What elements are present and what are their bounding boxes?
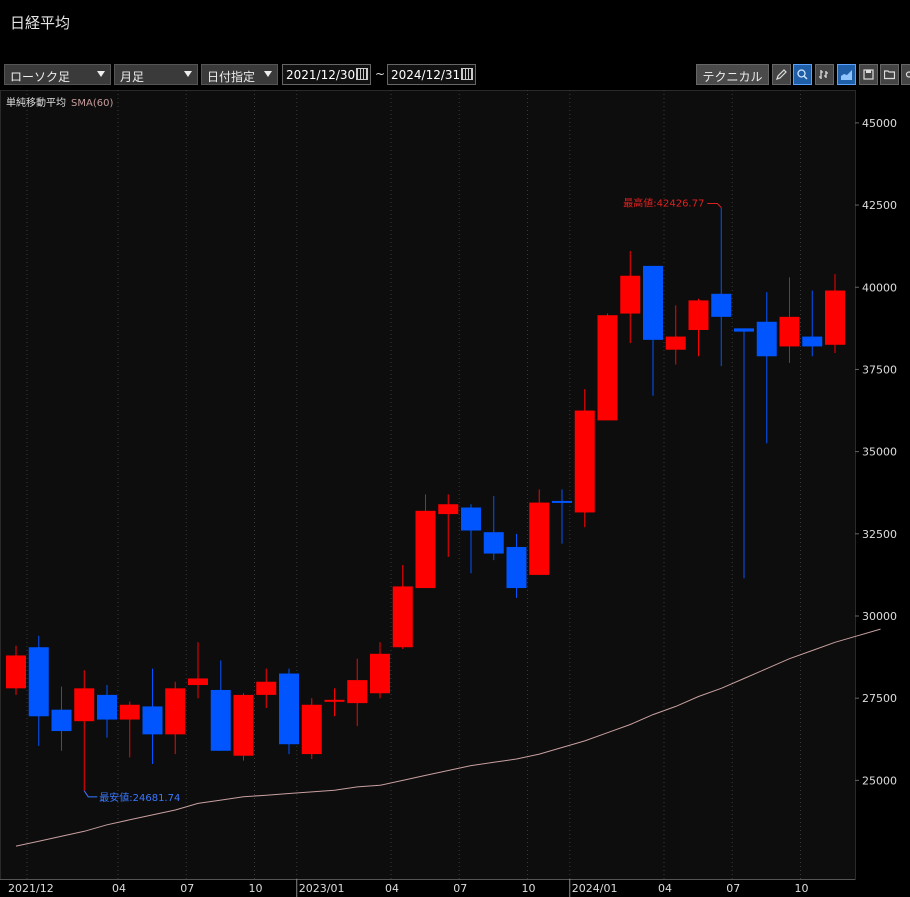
plot-area [0,90,856,880]
candle-body [415,510,436,589]
x-tick-label: 07 [453,882,467,895]
calendar-icon[interactable] [356,68,368,80]
sma-legend: 単純移動平均 SMA(60) [6,94,113,109]
candle-body [734,328,754,332]
candle-body [370,653,390,694]
x-tick-label: 07 [180,882,194,895]
zoom-icon [797,69,808,80]
candle-body [142,706,163,735]
candlestick-chart[interactable]: 25000 27500 30000 32500 35000 37500 40000 42500… [0,90,910,897]
candle-body [165,688,186,735]
range-mode-value: 日付指定 [207,70,256,84]
candle-body [233,694,254,756]
page-title: 日経平均 [10,14,71,32]
candle-body [74,688,95,722]
candle-body [688,300,709,330]
draw-button[interactable] [772,64,791,85]
chart-type-value: ローソク足 [10,70,71,84]
date-from-value: 2021/12/30 [286,68,356,82]
candle-body [256,681,277,695]
y-tick-label: 37500 [862,363,897,376]
calendar-icon[interactable] [461,68,473,80]
candle-body [802,336,823,347]
chart-type-select[interactable]: ローソク足 [4,64,111,85]
sma-legend-series: SMA(60) [71,98,114,109]
candle-body [210,689,231,751]
y-tick-label: 45000 [862,117,897,130]
interval-value: 月足 [120,70,145,84]
candle-body [665,336,686,350]
candle-body [347,680,368,704]
chevron-down-icon [264,71,272,77]
x-tick-label: 10 [795,882,809,895]
candle-body [28,647,49,717]
y-tick-label: 27500 [862,692,897,705]
candle-body [506,546,527,589]
candle-body [188,678,208,686]
bar-chart-icon [819,70,828,79]
x-tick-label: 04 [112,882,126,895]
chevron-down-icon [97,71,105,77]
area-chart-icon [841,70,852,80]
folder-icon [884,70,895,80]
chevron-down-icon [184,71,192,77]
candle-body [483,532,504,554]
range-mode-select[interactable]: 日付指定 [201,64,278,85]
x-tick-label: 2021/12 [8,882,54,895]
candle-body [51,709,72,732]
x-tick-label: 07 [726,882,740,895]
candle-body [597,315,618,421]
area-chart-button[interactable] [837,64,856,85]
candle-body [574,410,595,513]
candle-body [711,293,732,317]
candle-body [6,655,26,689]
y-tick-label: 30000 [862,610,897,623]
x-tick-label: 04 [658,882,672,895]
x-tick-label: 10 [522,882,536,895]
y-tick-label: 25000 [862,774,897,787]
date-from-field[interactable]: 2021/12/30 [282,64,371,85]
x-tick-label: 10 [249,882,263,895]
candle-body [643,265,663,340]
link-icon [905,71,910,78]
candle-body [324,699,345,702]
x-tick-label: 04 [385,882,399,895]
y-tick-label: 32500 [862,528,897,541]
high-annotation: 最高値:42426.77 [623,196,704,209]
x-tick-label: 2023/01 [299,882,345,895]
chart-toolbar: ローソク足 月足 日付指定 2021/12/30 ~ 2024/12/31 テク… [0,64,910,86]
candle-body [461,507,481,531]
candle-body [301,704,322,755]
candle-body [119,704,140,720]
low-annotation: 最安値:24681.74 [99,791,180,804]
range-separator: ~ [375,67,386,81]
candle-body [825,290,845,345]
candle-body [392,586,413,648]
save-button[interactable] [859,64,878,85]
y-tick-label: 42500 [862,199,897,212]
candle-body [279,673,299,745]
candle-body [97,694,117,720]
y-tick-label: 40000 [862,281,897,294]
candle-body [756,321,777,357]
zoom-button[interactable] [793,64,812,85]
share-button[interactable] [901,64,910,85]
y-tick-label: 35000 [862,446,897,459]
date-to-value: 2024/12/31 [391,68,461,82]
candle-body [552,500,572,503]
save-icon [863,69,874,80]
candle-body [779,316,800,347]
sma-legend-label: 単純移動平均 [6,98,66,109]
candle-body [620,275,641,314]
candle-body [529,502,550,575]
bar-chart-button[interactable] [815,64,834,85]
x-tick-label: 2024/01 [572,882,618,895]
pencil-icon [776,69,787,80]
technical-button[interactable]: テクニカル [696,64,769,85]
candle-body [438,504,459,515]
date-to-field[interactable]: 2024/12/31 [387,64,476,85]
open-button[interactable] [880,64,899,85]
interval-select[interactable]: 月足 [114,64,198,85]
